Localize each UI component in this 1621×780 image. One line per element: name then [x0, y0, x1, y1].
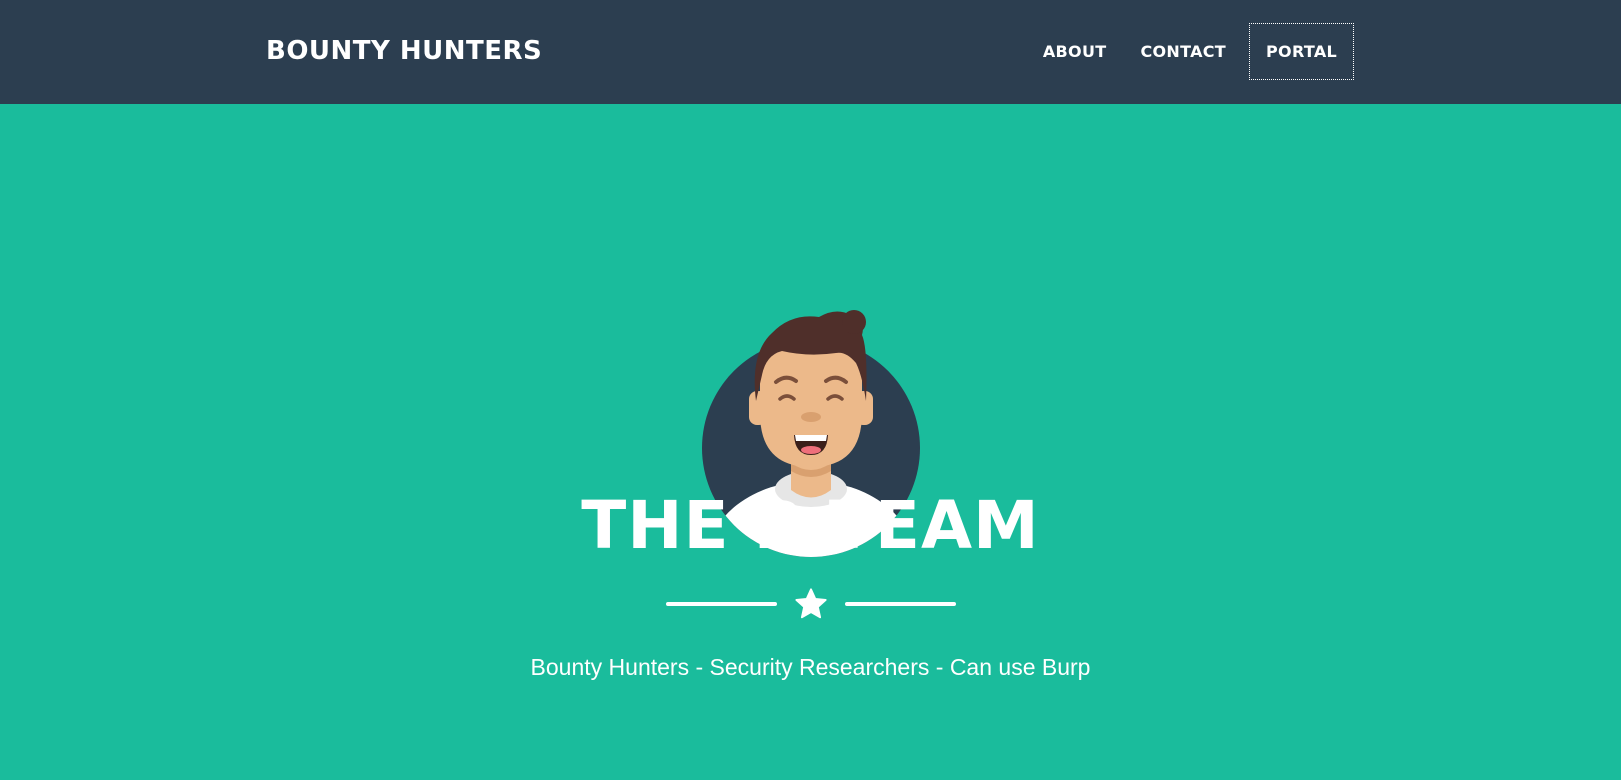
star-icon	[794, 588, 827, 619]
divider-line-right	[844, 602, 956, 606]
page-title: THE B TEAM	[581, 487, 1040, 564]
nav-item-contact[interactable]: CONTACT	[1123, 23, 1243, 80]
brand-link[interactable]: BOUNTY HUNTERS	[266, 36, 542, 66]
hero-section: THE B TEAM Bounty Hunters - Security Res…	[0, 104, 1621, 780]
divider-line-left	[665, 602, 777, 606]
star-divider	[0, 584, 1621, 624]
navbar: BOUNTY HUNTERS ABOUT CONTACT PORTAL	[0, 0, 1621, 104]
nav-menu: ABOUT CONTACT PORTAL	[1026, 23, 1354, 80]
nav-item-portal[interactable]: PORTAL	[1249, 23, 1354, 80]
nav-item-about[interactable]: ABOUT	[1026, 23, 1124, 80]
page-subtitle: Bounty Hunters - Security Researchers - …	[530, 654, 1091, 680]
